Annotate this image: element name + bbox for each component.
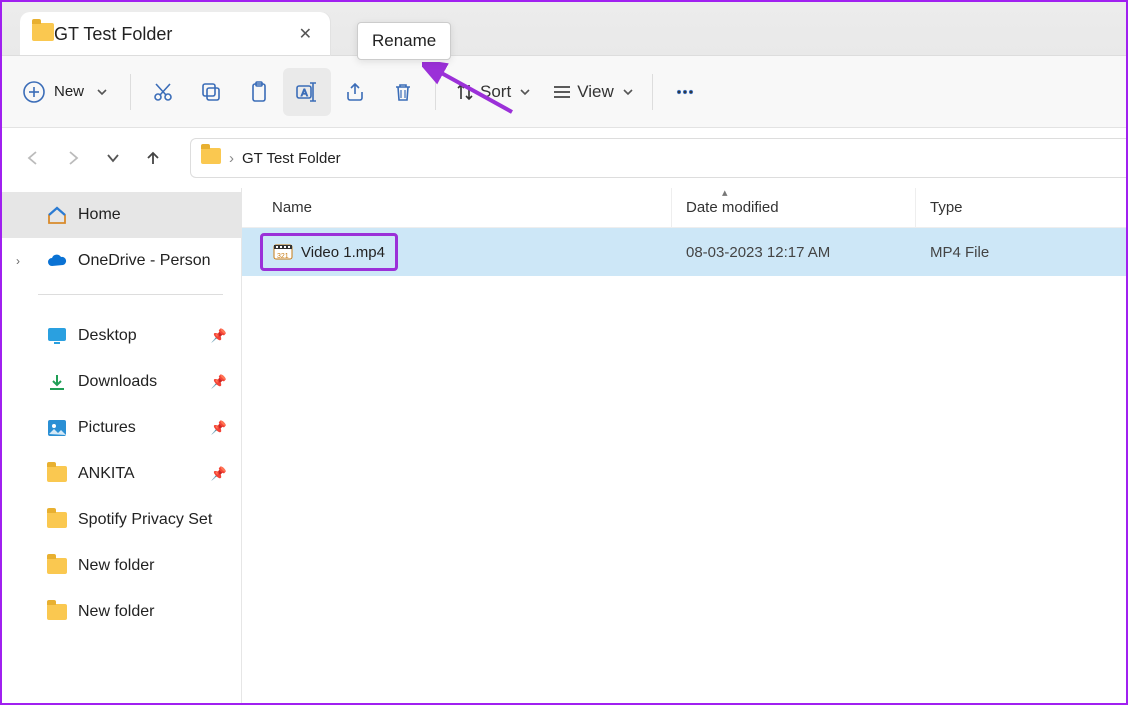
sidebar-item-pictures[interactable]: Pictures 📌 [2, 405, 241, 451]
sidebar-item-onedrive[interactable]: › OneDrive - Person [2, 238, 241, 284]
column-header-name[interactable]: Name [242, 188, 672, 227]
sidebar-item-ankita[interactable]: ANKITA 📌 [2, 451, 241, 497]
file-row[interactable]: 321 Video 1.mp4 08-03-2023 12:17 AM MP4 … [242, 228, 1126, 276]
breadcrumb-separator: › [229, 150, 234, 167]
sidebar-item-downloads[interactable]: Downloads 📌 [2, 359, 241, 405]
cut-button[interactable] [139, 68, 187, 116]
file-name-highlight: 321 Video 1.mp4 [260, 233, 398, 271]
scissors-icon [151, 80, 175, 104]
copy-button[interactable] [187, 68, 235, 116]
rename-tooltip: Rename [357, 22, 451, 60]
home-icon [46, 204, 68, 226]
column-header-date[interactable]: Date modified [672, 188, 916, 227]
sidebar-label: Pictures [78, 419, 136, 437]
download-icon [46, 371, 68, 393]
chevron-down-icon [622, 86, 634, 98]
back-button[interactable] [16, 141, 50, 175]
sidebar-item-spotify[interactable]: Spotify Privacy Set [2, 497, 241, 543]
share-icon [343, 80, 367, 104]
rename-button[interactable]: A [283, 68, 331, 116]
breadcrumb-current[interactable]: GT Test Folder [242, 150, 341, 167]
chevron-down-icon [96, 86, 108, 98]
sidebar-item-home[interactable]: Home [2, 192, 241, 238]
sidebar-label: Spotify Privacy Set [78, 511, 212, 529]
pin-icon: 📌 [211, 374, 227, 390]
divider [435, 74, 436, 110]
sidebar-label: ANKITA [78, 465, 135, 483]
address-bar[interactable]: › GT Test Folder [190, 138, 1126, 178]
view-list-icon [551, 81, 573, 103]
plus-circle-icon [22, 80, 46, 104]
share-button[interactable] [331, 68, 379, 116]
close-icon[interactable]: ✕ [295, 20, 316, 48]
divider [38, 294, 223, 295]
up-button[interactable] [136, 141, 170, 175]
clipboard-icon [247, 80, 271, 104]
delete-button[interactable] [379, 68, 427, 116]
folder-icon [46, 463, 68, 485]
file-type: MP4 File [916, 244, 1126, 261]
title-tab-bar: GT Test Folder ✕ [2, 2, 1126, 56]
chevron-down-icon [519, 86, 531, 98]
pin-icon: 📌 [211, 466, 227, 482]
more-button[interactable] [661, 68, 709, 116]
video-file-icon: 321 [273, 242, 293, 262]
sidebar-label: New folder [78, 557, 154, 575]
new-button[interactable]: New [12, 68, 122, 116]
folder-icon [46, 555, 68, 577]
folder-icon [46, 509, 68, 531]
paste-button[interactable] [235, 68, 283, 116]
sidebar-label: Desktop [78, 327, 137, 345]
folder-icon [201, 148, 221, 168]
trash-icon [391, 80, 415, 104]
chevron-right-icon[interactable]: › [16, 254, 20, 268]
cloud-icon [46, 250, 68, 272]
pictures-icon [46, 417, 68, 439]
svg-text:A: A [301, 88, 308, 99]
sort-indicator-icon: ▴ [722, 186, 728, 199]
sidebar: Home › OneDrive - Person Desktop 📌 Downl… [2, 188, 242, 703]
column-header-type[interactable]: Type [916, 188, 1126, 227]
sidebar-item-newfolder[interactable]: New folder [2, 543, 241, 589]
sidebar-label: Downloads [78, 373, 157, 391]
file-name: Video 1.mp4 [301, 244, 385, 261]
forward-button[interactable] [56, 141, 90, 175]
desktop-icon [46, 325, 68, 347]
pin-icon: 📌 [211, 328, 227, 344]
recent-dropdown[interactable] [96, 141, 130, 175]
sidebar-label: Home [78, 206, 121, 224]
view-label: View [577, 82, 614, 102]
ellipsis-icon [673, 80, 697, 104]
tab-title: GT Test Folder [54, 24, 295, 45]
new-label: New [54, 83, 84, 100]
pin-icon: 📌 [211, 420, 227, 436]
folder-icon [32, 23, 54, 45]
svg-text:321: 321 [277, 253, 289, 260]
divider [652, 74, 653, 110]
toolbar: New A Sort View [2, 56, 1126, 128]
window-tab[interactable]: GT Test Folder ✕ [20, 12, 330, 56]
copy-icon [199, 80, 223, 104]
sidebar-label: New folder [78, 603, 154, 621]
sort-label: Sort [480, 82, 511, 102]
file-list: ▴ Name Date modified Type 321 Video 1.mp… [242, 188, 1126, 703]
file-date: 08-03-2023 12:17 AM [672, 244, 916, 261]
column-headers: ▴ Name Date modified Type [242, 188, 1126, 228]
divider [130, 74, 131, 110]
sort-button[interactable]: Sort [444, 68, 541, 116]
nav-row: › GT Test Folder [2, 128, 1126, 188]
sidebar-item-newfolder[interactable]: New folder [2, 589, 241, 635]
sidebar-item-desktop[interactable]: Desktop 📌 [2, 313, 241, 359]
view-button[interactable]: View [541, 68, 644, 116]
rename-icon: A [294, 80, 320, 104]
sidebar-label: OneDrive - Person [78, 252, 211, 270]
folder-icon [46, 601, 68, 623]
sort-icon [454, 81, 476, 103]
